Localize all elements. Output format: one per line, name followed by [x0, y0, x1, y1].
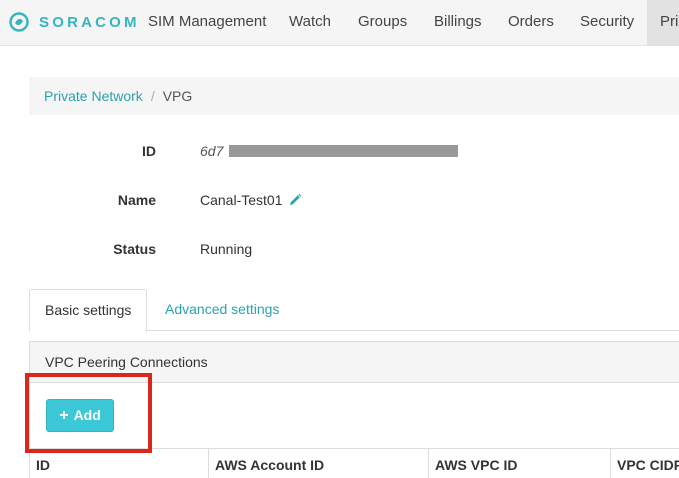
soracom-logo-icon: [9, 12, 29, 32]
name-row: Canal-Test01: [200, 192, 302, 210]
nav-billings[interactable]: Billings: [434, 0, 482, 46]
highlight-box: [25, 373, 152, 453]
nav-watch[interactable]: Watch: [289, 0, 331, 46]
status-value: Running: [200, 241, 253, 257]
id-value: 6d7: [200, 143, 224, 159]
tab-basic-settings[interactable]: Basic settings: [29, 289, 148, 332]
status-label: Status: [113, 241, 156, 257]
nav-sim-management[interactable]: SIM Management: [148, 0, 266, 46]
nav-private-network[interactable]: Pri: [647, 0, 679, 46]
breadcrumb-separator: /: [150, 88, 155, 104]
id-label: ID: [142, 143, 156, 159]
settings-tabs: Basic settings Advanced settings: [29, 289, 679, 332]
tab-advanced-settings[interactable]: Advanced settings: [150, 289, 294, 331]
brand-name: SORACOM: [39, 13, 140, 31]
top-navbar: SORACOM SIM Management Watch Groups Bill…: [0, 0, 679, 46]
soracom-logo[interactable]: SORACOM: [8, 9, 140, 35]
name-value: Canal-Test01: [200, 192, 283, 208]
column-aws-account-id: AWS Account ID: [208, 449, 428, 478]
nav-security[interactable]: Security: [580, 0, 634, 46]
breadcrumb-current: VPG: [162, 88, 193, 104]
breadcrumb-private-network[interactable]: Private Network: [44, 88, 143, 104]
column-id: ID: [36, 457, 50, 473]
column-aws-vpc-id: AWS VPC ID: [428, 449, 610, 478]
column-vpc-cidr: VPC CIDR: [610, 449, 679, 478]
redacted-bar: [229, 145, 458, 157]
breadcrumb: Private Network / VPG: [29, 77, 679, 115]
pencil-icon[interactable]: [288, 193, 302, 210]
name-label: Name: [117, 192, 156, 208]
nav-groups[interactable]: Groups: [358, 0, 407, 46]
nav-orders[interactable]: Orders: [508, 0, 554, 46]
